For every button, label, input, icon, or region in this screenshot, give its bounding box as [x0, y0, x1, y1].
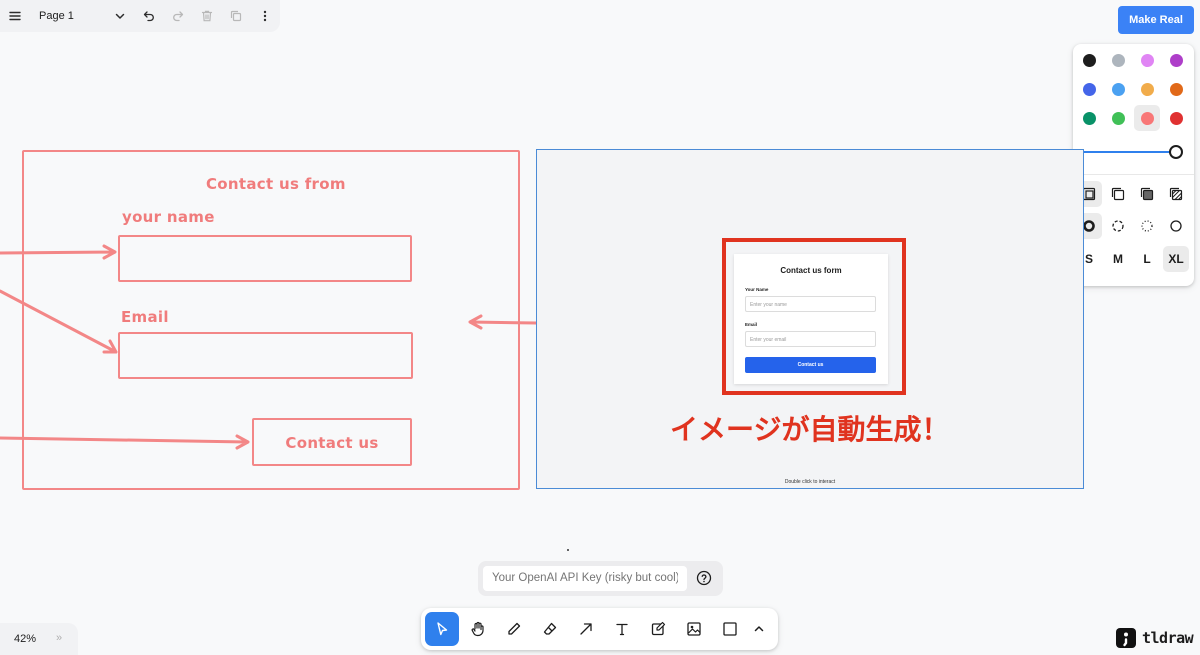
preview-name-input[interactable]: Enter your name	[745, 296, 876, 312]
arrow-from-preview	[468, 314, 538, 330]
arrow-to-email	[0, 289, 118, 354]
zoom-level[interactable]: 42%	[14, 633, 36, 645]
arrow-tool-icon[interactable]	[569, 612, 603, 646]
preview-name-label: Your Name	[745, 287, 769, 292]
expand-minimap-icon[interactable]: »	[56, 632, 62, 644]
api-key-input[interactable]	[483, 566, 687, 591]
help-circle-icon[interactable]	[694, 568, 714, 588]
draw-tool-icon[interactable]	[497, 612, 531, 646]
chevron-up-icon[interactable]	[744, 612, 774, 646]
text-tool-icon[interactable]	[605, 612, 639, 646]
tldraw-logo-text: tldraw	[1142, 629, 1194, 647]
canvas-dot	[567, 549, 569, 551]
preview-email-input[interactable]: Enter your email	[745, 331, 876, 347]
auto-generated-caption: イメージが自動生成！	[670, 413, 950, 446]
preview-email-label: Email	[745, 322, 758, 327]
select-tool-icon[interactable]	[425, 612, 459, 646]
hand-tool-icon[interactable]	[461, 612, 495, 646]
arrow-to-name	[0, 244, 117, 260]
api-key-bar	[478, 561, 723, 596]
double-click-hint: Double click to interact	[784, 479, 836, 485]
note-tool-icon[interactable]	[641, 612, 675, 646]
arrow-to-button	[0, 434, 250, 450]
rectangle-tool-icon[interactable]	[713, 612, 747, 646]
tldraw-logo-mark	[1116, 628, 1136, 648]
tldraw-logo[interactable]: tldraw	[1116, 628, 1194, 648]
preview-contact-button[interactable]: Contact us	[745, 357, 876, 373]
eraser-tool-icon[interactable]	[533, 612, 567, 646]
image-tool-icon[interactable]	[677, 612, 711, 646]
preview-contact-form[interactable]: Contact us form Your Name Enter your nam…	[734, 254, 888, 384]
preview-form-title: Contact us form	[780, 266, 842, 275]
main-toolbar	[421, 608, 778, 650]
zoom-control[interactable]: 42% »	[0, 623, 78, 655]
